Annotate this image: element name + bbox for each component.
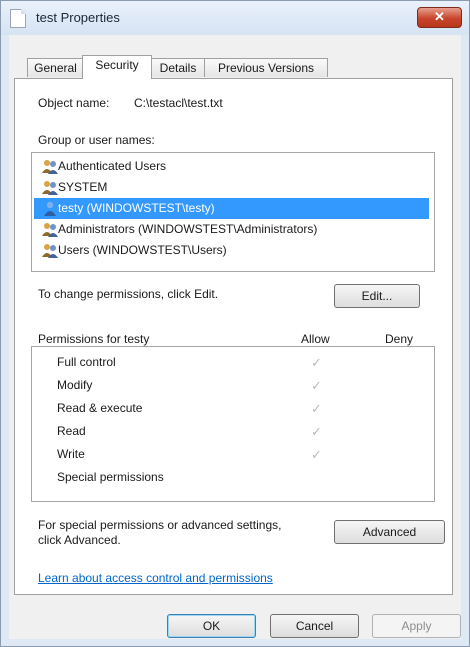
permission-name: Special permissions <box>57 470 164 484</box>
apply-button[interactable]: Apply <box>372 614 461 638</box>
cancel-button[interactable]: Cancel <box>270 614 359 638</box>
close-icon: ✕ <box>434 9 445 24</box>
group-user-names-label: Group or user names: <box>38 133 155 147</box>
tab-security[interactable]: Security <box>82 55 152 79</box>
list-item-label: Users (WINDOWSTEST\Users) <box>58 243 227 257</box>
permission-name: Read <box>57 424 86 438</box>
window-title: test Properties <box>36 10 120 25</box>
group-users-icon <box>42 244 58 258</box>
permission-row-read-execute: Read & execute ✓ <box>32 397 432 420</box>
tab-previous-versions[interactable]: Previous Versions <box>204 58 328 77</box>
permission-name: Full control <box>57 355 116 369</box>
ok-button[interactable]: OK <box>167 614 256 638</box>
list-item-label: testy (WINDOWSTEST\testy) <box>58 201 215 215</box>
permission-name: Modify <box>57 378 93 392</box>
advanced-button[interactable]: Advanced <box>334 520 445 544</box>
list-item-label: SYSTEM <box>58 180 108 194</box>
deny-column-header: Deny <box>385 332 414 346</box>
object-name-label: Object name: <box>38 96 110 110</box>
object-name-value: C:\testacl\test.txt <box>134 96 223 110</box>
group-user-listbox[interactable]: Authenticated Users SYSTEM testy (WINDOW… <box>31 152 435 272</box>
change-permissions-hint: To change permissions, click Edit. <box>38 287 219 301</box>
close-button[interactable]: ✕ <box>417 7 462 28</box>
allow-column-header: Allow <box>301 332 330 346</box>
allow-check-icon: ✓ <box>311 424 322 439</box>
permission-name: Write <box>57 447 85 461</box>
edit-button[interactable]: Edit... <box>334 284 420 308</box>
permission-name: Read & execute <box>57 401 143 415</box>
tab-details[interactable]: Details <box>151 58 205 77</box>
list-item-administrators[interactable]: Administrators (WINDOWSTEST\Administrato… <box>34 219 429 240</box>
group-users-icon <box>42 181 58 195</box>
document-icon <box>10 9 26 28</box>
permissions-list[interactable]: Full control ✓ Modify ✓ Read & execute ✓… <box>31 346 435 502</box>
advanced-hint-line-1: For special permissions or advanced sett… <box>38 518 282 532</box>
permission-row-read: Read ✓ <box>32 420 432 443</box>
permission-row-modify: Modify ✓ <box>32 374 432 397</box>
allow-check-icon: ✓ <box>311 355 322 370</box>
tab-general[interactable]: General <box>27 58 84 77</box>
permission-row-special: Special permissions <box>32 466 432 489</box>
group-users-icon <box>42 160 58 174</box>
single-user-icon <box>44 201 56 216</box>
access-control-help-link[interactable]: Learn about access control and permissio… <box>38 571 273 585</box>
advanced-hint-line-2: click Advanced. <box>38 533 121 547</box>
permission-row-full-control: Full control ✓ <box>32 351 432 374</box>
allow-check-icon: ✓ <box>311 447 322 462</box>
list-item-authenticated-users[interactable]: Authenticated Users <box>34 156 429 177</box>
allow-check-icon: ✓ <box>311 401 322 416</box>
allow-check-icon: ✓ <box>311 378 322 393</box>
permissions-header: Permissions for testy <box>38 332 150 346</box>
list-item-label: Administrators (WINDOWSTEST\Administrato… <box>58 222 318 236</box>
permission-row-write: Write ✓ <box>32 443 432 466</box>
list-item-testy[interactable]: testy (WINDOWSTEST\testy) <box>34 198 429 219</box>
list-item-label: Authenticated Users <box>58 159 167 173</box>
title-bar[interactable]: test Properties ✕ <box>1 1 469 35</box>
list-item-users[interactable]: Users (WINDOWSTEST\Users) <box>34 240 429 261</box>
group-users-icon <box>42 223 58 237</box>
list-item-system[interactable]: SYSTEM <box>34 177 429 198</box>
